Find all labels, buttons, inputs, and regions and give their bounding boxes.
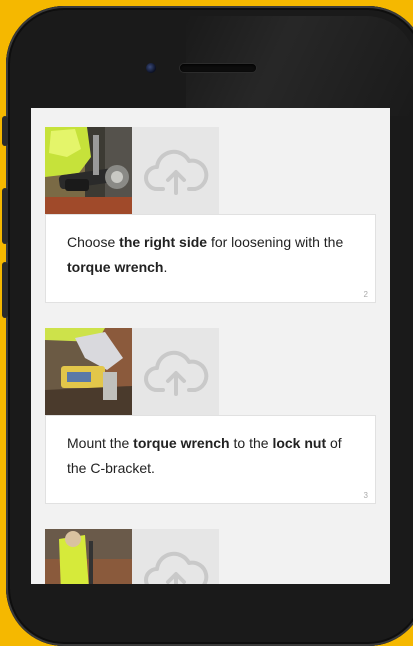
instruction-text: Choose the right side for loosening with… bbox=[67, 234, 344, 275]
earpiece-speaker bbox=[180, 64, 256, 72]
step-photo[interactable] bbox=[45, 529, 132, 584]
step-item: Mount the torque wrench to the lock nut … bbox=[45, 328, 376, 504]
mute-switch bbox=[2, 116, 8, 146]
media-row bbox=[45, 529, 376, 584]
cloud-upload-icon bbox=[143, 149, 208, 195]
media-row bbox=[45, 127, 376, 214]
app-screen: Choose the right side for loosening with… bbox=[31, 108, 390, 584]
step-photo[interactable] bbox=[45, 127, 132, 214]
step-item bbox=[45, 529, 376, 584]
cloud-upload-icon bbox=[143, 551, 208, 584]
volume-up-button bbox=[2, 188, 8, 244]
cloud-upload-icon bbox=[143, 350, 208, 396]
upload-placeholder[interactable] bbox=[132, 529, 219, 584]
media-row bbox=[45, 328, 376, 415]
instruction-card[interactable]: Mount the torque wrench to the lock nut … bbox=[45, 415, 376, 504]
step-number: 3 bbox=[363, 491, 368, 500]
upload-placeholder[interactable] bbox=[132, 127, 219, 214]
volume-down-button bbox=[2, 262, 8, 318]
instruction-text: Mount the torque wrench to the lock nut … bbox=[67, 435, 342, 476]
upload-placeholder[interactable] bbox=[132, 328, 219, 415]
instruction-card[interactable]: Choose the right side for loosening with… bbox=[45, 214, 376, 303]
step-item: Choose the right side for loosening with… bbox=[45, 127, 376, 303]
step-photo[interactable] bbox=[45, 328, 132, 415]
front-camera bbox=[146, 63, 156, 73]
step-number: 2 bbox=[363, 290, 368, 299]
